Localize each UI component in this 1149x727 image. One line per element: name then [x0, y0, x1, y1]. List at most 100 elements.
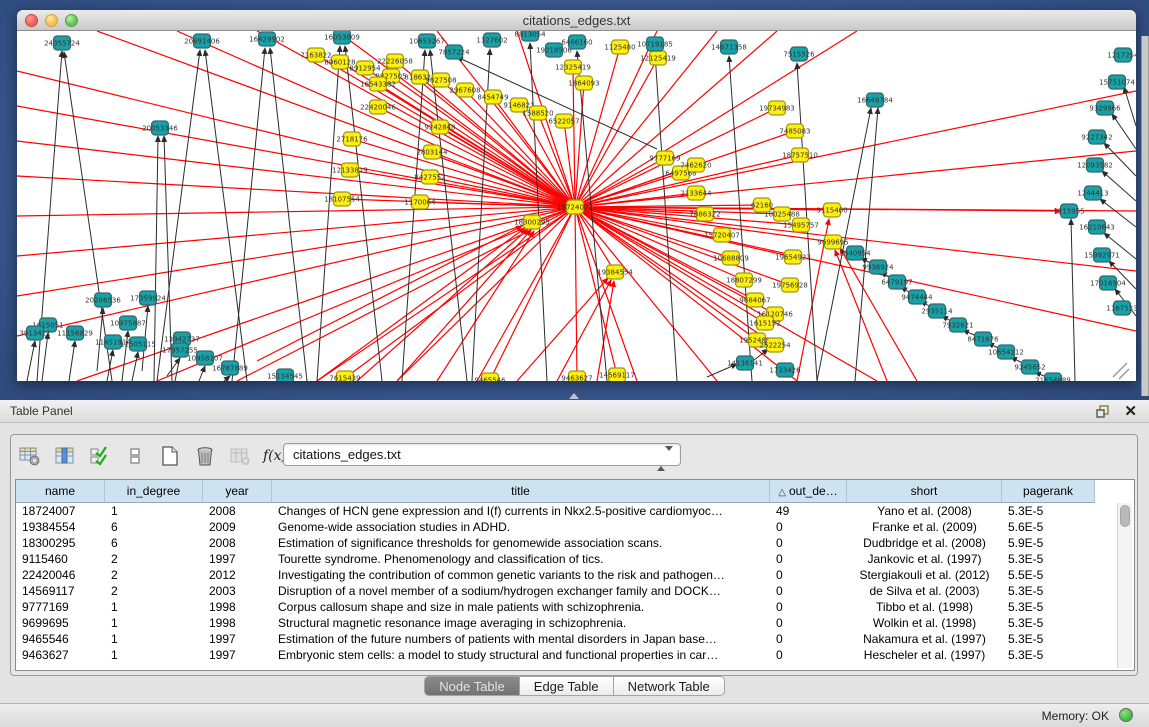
red-citation-edge[interactable]	[575, 207, 577, 378]
graph-node[interactable]: 10653267	[409, 34, 445, 48]
graph-node[interactable]: 15720407	[704, 228, 740, 242]
graph-node[interactable]: 1170064	[404, 195, 436, 209]
column-header-pagerank[interactable]: pagerank	[1002, 480, 1095, 503]
graph-node[interactable]: 2718176	[336, 132, 368, 146]
graph-node[interactable]: 12125419	[640, 51, 676, 65]
table-cell[interactable]: 2012	[203, 567, 272, 583]
table-cell[interactable]: 0	[770, 631, 847, 647]
graph-node[interactable]: 19384554	[597, 265, 633, 279]
red-citation-edge[interactable]	[317, 207, 575, 381]
table-cell[interactable]: 14569117	[16, 583, 105, 599]
table-selector-dropdown[interactable]: citations_edges.txt	[283, 443, 681, 466]
graph-node[interactable]: 9242848	[424, 120, 455, 134]
table-cell[interactable]: de Silva et al. (2003)	[847, 583, 1002, 599]
black-citation-edge[interactable]	[345, 46, 382, 381]
graph-node[interactable]: 19734983	[759, 101, 795, 115]
table-cell[interactable]: 5.3E-5	[1002, 583, 1095, 599]
red-citation-edge[interactable]	[397, 207, 575, 381]
table-cell[interactable]: 22420046	[16, 567, 105, 583]
graph-node[interactable]: 9474444	[901, 290, 933, 304]
table-cell[interactable]: Tibbo et al. (1998)	[847, 599, 1002, 615]
table-cell[interactable]: Estimation of significance thresholds fo…	[272, 535, 770, 551]
table-cell[interactable]: 2	[105, 583, 203, 599]
table-cell[interactable]: 2	[105, 567, 203, 583]
table-cell[interactable]: 2003	[203, 583, 272, 599]
table-row[interactable]: 2242004622012Investigating the contribut…	[16, 567, 1095, 583]
table-cell[interactable]: Genome-wide association studies in ADHD.	[272, 519, 770, 535]
table-cell[interactable]: Wolkin et al. (1998)	[847, 615, 1002, 631]
graph-node[interactable]: 7485083	[779, 124, 810, 138]
table-cell[interactable]: 5.3E-5	[1002, 551, 1095, 567]
graph-node[interactable]: 62160	[751, 198, 773, 212]
graph-node[interactable]: 1125480	[604, 40, 635, 54]
table-cell[interactable]: 0	[770, 583, 847, 599]
graph-node[interactable]: 7615439	[329, 371, 360, 381]
table-cell[interactable]: 2008	[203, 503, 272, 519]
graph-node[interactable]: 16210643	[1079, 220, 1115, 234]
black-citation-edge[interactable]	[224, 376, 230, 381]
panel-splitter-grip[interactable]	[569, 393, 579, 399]
graph-node[interactable]: 12133819	[332, 163, 368, 177]
table-cell[interactable]: 6	[105, 519, 203, 535]
graph-node[interactable]: 16648784	[857, 93, 893, 107]
black-citation-edge[interactable]	[199, 366, 205, 381]
graph-node[interactable]: 17016504	[1090, 276, 1126, 290]
black-citation-edge[interactable]	[1112, 114, 1136, 149]
table-cell[interactable]: 2	[105, 551, 203, 567]
table-cell[interactable]: 6	[105, 535, 203, 551]
table-row[interactable]: 946362711997Embryonic stem cells: a mode…	[16, 647, 1095, 663]
graph-node[interactable]: 1217254	[1107, 48, 1136, 62]
graph-node[interactable]: 9777169	[649, 151, 680, 165]
red-citation-edge[interactable]	[345, 207, 575, 378]
scrollbar-thumb[interactable]	[1120, 505, 1130, 527]
table-cell[interactable]: 1	[105, 599, 203, 615]
black-citation-edge[interactable]	[205, 50, 247, 381]
table-cell[interactable]: 5.3E-5	[1002, 647, 1095, 663]
graph-node[interactable]: 14136141	[727, 356, 763, 370]
graph-node[interactable]: 7857224	[438, 45, 470, 59]
citation-graph[interactable]: 7163822896012889129542222605898275051654…	[17, 31, 1136, 381]
table-cell[interactable]: Changes of HCN gene expression and I(f) …	[272, 503, 770, 519]
graph-node[interactable]: 2133644	[680, 186, 712, 200]
black-citation-edge[interactable]	[164, 136, 172, 381]
red-citation-edge[interactable]	[257, 226, 522, 361]
table-cell[interactable]: Jankovic et al. (1997)	[847, 551, 1002, 567]
tab-network-table[interactable]: Network Table	[614, 676, 725, 696]
table-row[interactable]: 1830029562008Estimation of significance …	[16, 535, 1095, 551]
table-cell[interactable]: 1997	[203, 551, 272, 567]
table-row[interactable]: 977716911998Corpus callosum shape and si…	[16, 599, 1095, 615]
graph-node[interactable]: 1215955	[1053, 204, 1084, 218]
graph-node[interactable]: 2935114	[921, 304, 953, 318]
graph-node[interactable]: 14569117	[599, 368, 635, 381]
table-cell[interactable]: Dudbridge et al. (2008)	[847, 535, 1002, 551]
window-titlebar[interactable]: citations_edges.txt	[17, 10, 1136, 31]
red-citation-edge[interactable]	[17, 207, 575, 336]
graph-node[interactable]: 2967608	[449, 83, 480, 97]
graph-node[interactable]: 15992971	[1084, 248, 1120, 262]
table-cell[interactable]: 9699695	[16, 615, 105, 631]
red-citation-edge[interactable]	[237, 207, 575, 381]
rows-icon[interactable]	[122, 443, 148, 469]
table-cell[interactable]: Estimation of the future numbers of pati…	[272, 631, 770, 647]
table-row[interactable]: 969969511998Structural magnetic resonanc…	[16, 615, 1095, 631]
graph-node[interactable]: 12325419	[555, 60, 591, 74]
vertical-scrollbar[interactable]	[1117, 503, 1132, 668]
graph-node[interactable]: 1327602	[476, 33, 507, 47]
graph-node[interactable]: 10719185	[637, 37, 673, 51]
red-citation-edge[interactable]	[477, 207, 575, 381]
table-column-select-icon[interactable]	[52, 443, 78, 469]
red-citation-edge[interactable]	[575, 31, 777, 207]
red-citation-edge[interactable]	[378, 107, 575, 207]
table-cell[interactable]: 0	[770, 551, 847, 567]
table-cell[interactable]: 0	[770, 535, 847, 551]
graph-node[interactable]: 10975887	[110, 316, 146, 330]
table-cell[interactable]: Corpus callosum shape and size in male p…	[272, 599, 770, 615]
red-citation-edge[interactable]	[177, 31, 575, 207]
memory-status-indicator[interactable]	[1119, 708, 1133, 722]
graph-node[interactable]: 14671358	[711, 40, 747, 54]
table-row[interactable]: 1872400712008Changes of HCN gene express…	[16, 503, 1095, 519]
black-citation-edge[interactable]	[27, 341, 35, 381]
table-cell[interactable]: 9777169	[16, 599, 105, 615]
graph-node[interactable]: 9227342	[1081, 130, 1112, 144]
graph-node[interactable]: 9465546	[474, 373, 506, 381]
